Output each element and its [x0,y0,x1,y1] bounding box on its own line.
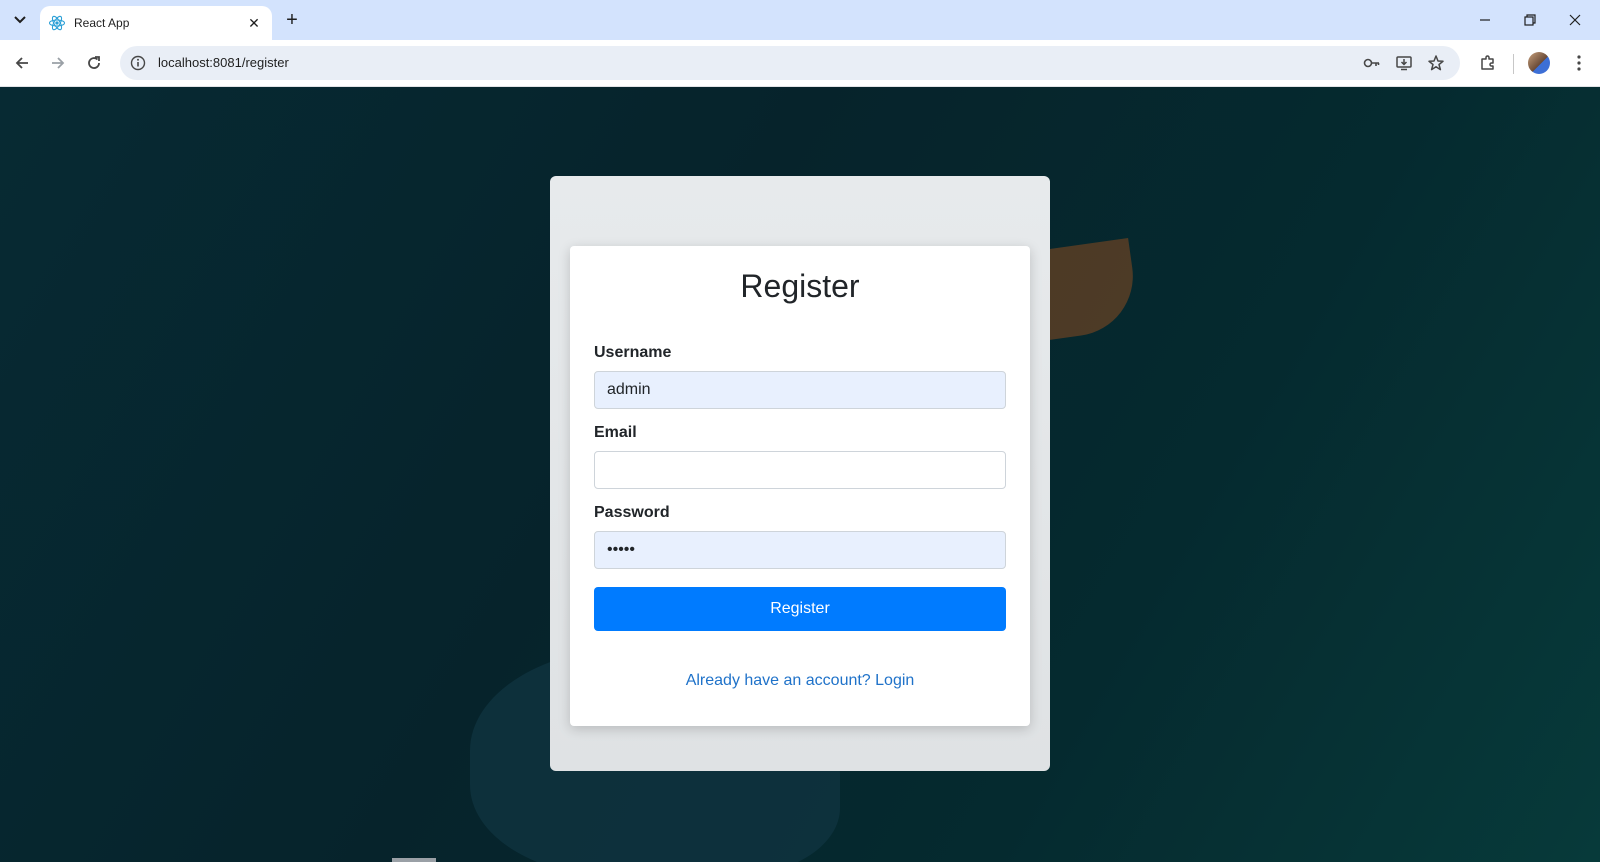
restore-icon[interactable] [1516,6,1544,34]
react-logo-icon [48,14,66,32]
tab-title: React App [74,16,130,30]
browser-tab[interactable]: React App ✕ [40,6,272,40]
extensions-icon[interactable] [1474,49,1502,77]
password-field[interactable] [594,531,1006,569]
forward-icon[interactable] [44,49,72,77]
register-form: Register Username Email Password Registe… [570,246,1030,726]
install-app-icon[interactable] [1392,51,1416,75]
back-icon[interactable] [8,49,36,77]
address-bar[interactable]: localhost:8081/register [120,46,1460,80]
password-label: Password [594,504,670,521]
username-label: Username [594,344,672,361]
page-background: Register Username Email Password Registe… [0,87,1600,862]
plus-icon[interactable]: + [280,8,304,32]
close-window-icon[interactable] [1561,6,1589,34]
password-key-icon[interactable] [1360,51,1384,75]
minimize-icon[interactable] [1471,6,1499,34]
register-button[interactable]: Register [594,587,1006,631]
email-field[interactable] [594,451,1006,489]
info-icon[interactable] [126,51,150,75]
tab-list-icon[interactable] [8,8,32,32]
username-field[interactable] [594,371,1006,409]
scrollbar[interactable] [392,858,436,862]
menu-icon[interactable] [1565,49,1593,77]
login-link[interactable]: Already have an account? Login [570,672,1030,690]
avatar[interactable] [1528,52,1550,74]
address-url: localhost:8081/register [158,55,289,70]
email-label: Email [594,424,637,441]
browser-toolbar: localhost:8081/register [0,40,1600,87]
star-icon[interactable] [1424,51,1448,75]
register-card-wrapper: Register Username Email Password Registe… [550,176,1050,771]
close-icon[interactable]: ✕ [244,13,264,33]
page-title: Register [740,268,860,304]
toolbar-divider [1513,54,1514,74]
browser-tab-strip: React App ✕ + [0,0,1600,40]
reload-icon[interactable] [80,49,108,77]
